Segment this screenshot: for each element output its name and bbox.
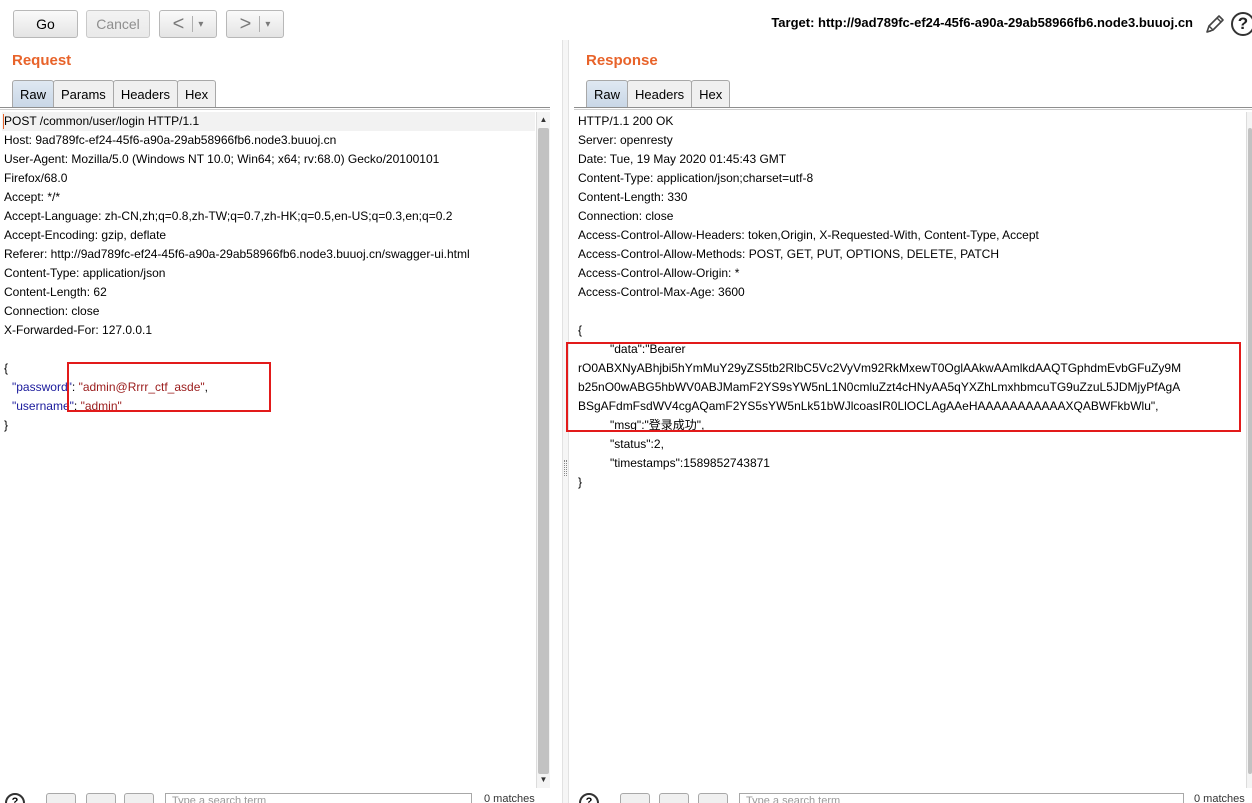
json-key: "timestamps" [610, 456, 680, 470]
response-header-line: Server: openresty [578, 133, 673, 147]
response-scrollbar[interactable] [1246, 112, 1252, 788]
chevron-down-icon[interactable]: ▾ [265, 19, 270, 30]
scroll-up-icon[interactable]: ▲ [537, 114, 550, 126]
response-header-line: Access-Control-Allow-Methods: POST, GET,… [578, 247, 999, 261]
request-header-line: User-Agent: Mozilla/5.0 (Windows NT 10.0… [4, 152, 440, 166]
response-body-status: "status":2, [610, 435, 664, 454]
pencil-icon[interactable] [1204, 13, 1226, 35]
tab-response-headers[interactable]: Headers [627, 80, 693, 108]
scroll-thumb[interactable] [1248, 128, 1252, 774]
target-label: Target: http://9ad789fc-ef24-45f6-a90a-2… [771, 15, 1193, 30]
tab-request-headers[interactable]: Headers [112, 80, 178, 108]
request-header-line: Accept: */* [4, 190, 61, 204]
add-button[interactable] [86, 793, 116, 803]
request-body-open: { [4, 361, 9, 375]
response-body-timestamps: "timestamps":1589852743871 [610, 454, 770, 473]
next-match-button[interactable] [124, 793, 154, 803]
scroll-thumb[interactable] [538, 128, 549, 774]
button-separator [259, 16, 261, 32]
tab-request-raw[interactable]: Raw [12, 80, 55, 108]
splitter-grip-icon [564, 460, 567, 476]
scroll-down-icon[interactable]: ▼ [537, 774, 550, 786]
request-body-close: } [4, 418, 9, 432]
json-key: "password" [12, 380, 72, 394]
request-header-line: X-Forwarded-For: 127.0.0.1 [4, 323, 153, 337]
request-header-line: Host: 9ad789fc-ef24-45f6-a90a-29ab58966f… [4, 133, 337, 147]
help-icon[interactable]: ? [1231, 12, 1252, 36]
response-body-close: } [578, 475, 583, 489]
tab-request-params[interactable]: Params [53, 80, 114, 108]
request-match-count: 0 matches [484, 793, 535, 803]
response-header-line: Access-Control-Allow-Headers: token,Orig… [578, 228, 1039, 242]
response-status-line: HTTP/1.1 200 OK [578, 114, 674, 128]
chevron-down-icon[interactable]: ▾ [198, 19, 203, 30]
request-header-line: Content-Type: application/json [4, 266, 166, 280]
forward-arrow-icon: > [239, 13, 252, 35]
toolbar: Go Cancel < ▾ > ▾ Target: http://9ad789f… [0, 0, 1252, 48]
response-header-line: Access-Control-Allow-Origin: * [578, 266, 740, 280]
tab-response-raw[interactable]: Raw [586, 80, 629, 108]
response-title: Response [586, 52, 658, 69]
previous-match-button[interactable] [46, 793, 76, 803]
request-tabs: Raw Params Headers Hex [12, 80, 217, 108]
request-search-input[interactable]: Type a search term [165, 793, 472, 803]
back-arrow-icon: < [172, 13, 185, 35]
request-scrollbar[interactable]: ▲ ▼ [536, 112, 550, 788]
json-number: 2, [653, 437, 664, 451]
response-header-line: Content-Type: application/json;charset=u… [578, 171, 814, 185]
cancel-button-label: Cancel [96, 16, 140, 32]
response-header-line: Date: Tue, 19 May 2020 01:45:43 GMT [578, 152, 787, 166]
response-body-open: { [578, 323, 583, 337]
previous-match-button[interactable] [620, 793, 650, 803]
tab-request-hex[interactable]: Hex [176, 80, 217, 108]
credentials-highlight-box [67, 362, 271, 412]
response-tabs: Raw Headers Hex [586, 80, 731, 108]
json-number: 1589852743871 [683, 456, 770, 470]
request-header-line: Accept-Encoding: gzip, deflate [4, 228, 167, 242]
back-button[interactable]: < ▾ [159, 10, 217, 38]
request-title: Request [12, 52, 72, 69]
forward-button[interactable]: > ▾ [226, 10, 284, 38]
request-header-line: Connection: close [4, 304, 100, 318]
request-line: POST /common/user/login HTTP/1.1 [4, 114, 200, 128]
response-header-line: Content-Length: 330 [578, 190, 688, 204]
response-header-line: Access-Control-Max-Age: 3600 [578, 285, 745, 299]
go-button-label: Go [36, 16, 55, 32]
add-button[interactable] [659, 793, 689, 803]
response-search-input[interactable]: Type a search term [739, 793, 1184, 803]
request-header-line: Content-Length: 62 [4, 285, 107, 299]
help-icon[interactable]: ? [5, 793, 25, 803]
tab-response-hex[interactable]: Hex [691, 80, 731, 108]
json-key: "status" [610, 437, 651, 451]
request-header-line: Firefox/68.0 [4, 171, 68, 185]
cancel-button[interactable]: Cancel [86, 10, 150, 38]
button-separator [192, 16, 194, 32]
help-icon[interactable]: ? [579, 793, 599, 803]
tab-underline [0, 107, 550, 110]
request-header-line: Referer: http://9ad789fc-ef24-45f6-a90a-… [4, 247, 470, 261]
token-highlight-box [566, 342, 1241, 432]
tab-underline [574, 107, 1252, 110]
request-header-line: Accept-Language: zh-CN,zh;q=0.8,zh-TW;q=… [4, 209, 453, 223]
json-key: "username" [12, 399, 74, 413]
go-button[interactable]: Go [13, 10, 78, 38]
next-match-button[interactable] [698, 793, 728, 803]
response-match-count: 0 matches [1194, 793, 1245, 803]
response-header-line: Connection: close [578, 209, 674, 223]
response-editor[interactable] [574, 112, 1246, 790]
